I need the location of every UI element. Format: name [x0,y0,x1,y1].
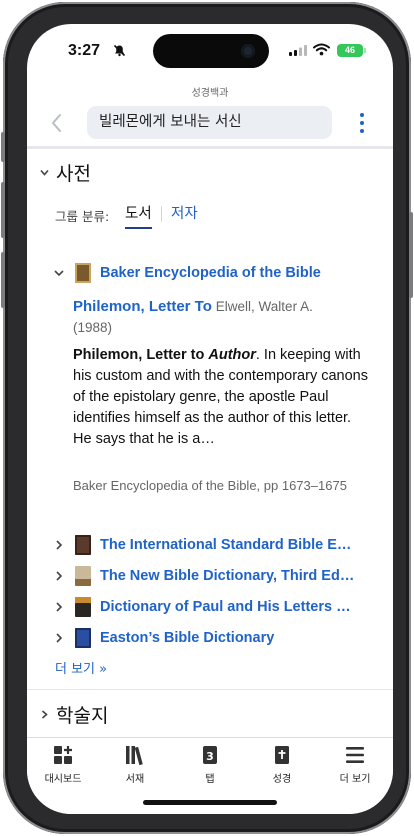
chevron-right-icon [56,571,63,581]
menu-icon [346,747,364,763]
results-content[interactable]: 사전 그룹 분류: 도서 저자 Baker Encyclopedia of th… [27,149,393,737]
group-by-label: 그룹 분류: [55,209,110,224]
tab-separator [161,206,162,222]
article-source: Baker Encyclopedia of the Bible, pp 1673… [73,478,347,493]
article-link[interactable]: Philemon, Letter To [73,298,212,315]
book-row-baker[interactable]: Baker Encyclopedia of the Bible [53,261,321,285]
camera-icon [241,44,255,58]
battery-indicator: 46 [337,44,366,57]
home-indicator[interactable] [143,800,277,805]
tabs-count: 3 [206,750,214,763]
article-author: Elwell, Walter A. [215,299,313,314]
wifi-icon [313,43,330,56]
article-year: (1988) [73,320,113,335]
dashboard-icon [54,746,72,764]
book-cover-image [75,535,91,555]
show-more-link[interactable]: 더 보기 » [55,658,107,677]
book-row-dpl[interactable]: Dictionary of Paul and His Letters … [53,595,351,619]
mute-switch [1,132,5,162]
snippet-bold-italic: Author [208,347,256,363]
book-cover-image [75,263,91,283]
journals-section-title: 학술지 [56,705,109,727]
book-title[interactable]: Baker Encyclopedia of the Bible [100,265,321,281]
chevron-right-icon [56,540,63,550]
tab-label: 성경 [272,774,292,785]
more-options-icon[interactable] [357,113,367,133]
power-button [409,212,413,298]
tab-more[interactable]: 더 보기 [325,744,385,785]
screen: 3:27 46 성경백과 빌레몬에게 보내는 서신 사전 그룹 분류: 도서 저… [27,24,393,814]
status-time: 3:27 [68,42,101,59]
tab-bible[interactable]: 성경 [252,744,312,785]
tab-library[interactable]: 서재 [105,744,165,785]
chevron-down-icon [54,270,64,277]
book-title[interactable]: Dictionary of Paul and His Letters … [100,599,351,615]
book-cover-image [75,566,91,586]
book-cover-image [75,628,91,648]
chevron-right-icon [56,633,63,643]
book-cover-image [75,597,91,617]
tab-tabs[interactable]: 3 탭 [180,744,240,785]
header-subtitle: 성경백과 [191,88,229,99]
tab-dashboard[interactable]: 대시보드 [33,744,93,785]
tab-label: 더 보기 [339,774,371,785]
bible-icon [275,746,289,764]
section-divider [27,689,393,690]
signal-icon [289,45,307,56]
tab-books[interactable]: 도서 [125,202,152,229]
book-row-easton[interactable]: Easton’s Bible Dictionary [53,626,274,650]
back-chevron-icon[interactable] [49,112,65,134]
status-bar: 3:27 46 [27,24,393,76]
chevron-right-icon [56,602,63,612]
dictionary-section-header[interactable]: 사전 [39,159,91,186]
volume-down-button [1,252,5,308]
chevron-down-icon [40,169,49,176]
book-row-nbd[interactable]: The New Bible Dictionary, Third Ed… [53,564,354,588]
library-icon [126,746,143,766]
book-title[interactable]: Easton’s Bible Dictionary [100,630,274,646]
tab-label: 탭 [205,774,215,785]
tab-label: 대시보드 [44,774,82,785]
volume-up-button [1,182,5,238]
tabs-icon: 3 [203,746,217,764]
tab-label: 서재 [125,774,145,785]
dynamic-island [153,34,269,68]
article-snippet[interactable]: Philemon, Letter to Author. In keeping w… [73,345,371,450]
journals-section-header[interactable]: 학술지 [39,701,108,728]
silent-bell-icon [113,44,126,57]
tab-authors[interactable]: 저자 [171,202,198,223]
dictionary-section-title: 사전 [56,163,91,185]
search-input[interactable]: 빌레몬에게 보내는 서신 [87,106,332,139]
book-title[interactable]: The New Bible Dictionary, Third Ed… [100,568,354,584]
book-row-isbe[interactable]: The International Standard Bible E… [53,533,351,557]
chevron-right-icon [41,710,48,719]
book-title[interactable]: The International Standard Bible E… [100,537,351,553]
snippet-bold: Philemon, Letter to [73,347,205,363]
article-header: Philemon, Letter To Elwell, Walter A. (1… [73,296,373,338]
phone-frame: 3:27 46 성경백과 빌레몬에게 보내는 서신 사전 그룹 분류: 도서 저… [1,2,413,834]
